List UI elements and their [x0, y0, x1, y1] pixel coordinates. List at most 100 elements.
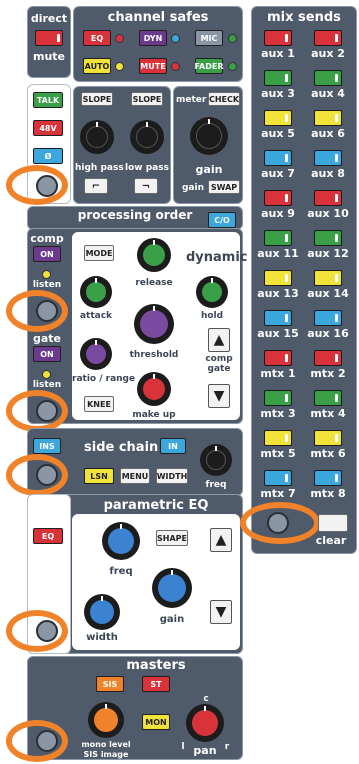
talk-button[interactable]: TALK	[33, 92, 63, 108]
ratio-range-knob[interactable]	[80, 338, 112, 370]
low-pass-label: low pass	[125, 163, 169, 173]
send-button[interactable]	[264, 230, 292, 246]
safe-mute-led	[171, 62, 180, 71]
hpf-slope-button[interactable]: SLOPE	[81, 92, 113, 106]
send-label: aux 8	[311, 167, 345, 180]
ins-button[interactable]: INS	[33, 438, 61, 454]
send-button[interactable]	[264, 110, 292, 126]
highlight-ring	[6, 290, 68, 332]
safe-mic-button[interactable]: MIC	[195, 30, 223, 46]
hold-knob[interactable]	[196, 276, 228, 308]
send-button[interactable]	[314, 190, 342, 206]
safe-mute-button[interactable]: MUTE	[139, 58, 167, 74]
attack-knob[interactable]	[80, 276, 112, 308]
send-button[interactable]	[264, 470, 292, 486]
send-button[interactable]	[314, 270, 342, 286]
send-button[interactable]	[314, 350, 342, 366]
eq-gain-knob[interactable]	[152, 568, 192, 608]
send-button[interactable]	[314, 70, 342, 86]
shape-button[interactable]: SHAPE	[156, 530, 188, 546]
threshold-knob[interactable]	[134, 304, 174, 344]
mute-label: mute	[32, 50, 65, 63]
release-knob[interactable]	[137, 238, 171, 272]
sis-button[interactable]: SIS	[96, 676, 124, 692]
send-label: aux 3	[261, 87, 295, 100]
eq-freq-knob[interactable]	[102, 522, 140, 560]
gain-swap-label: gain	[181, 183, 204, 193]
eq-band-up-button[interactable]: ▲	[210, 528, 232, 552]
low-pass-knob[interactable]	[130, 120, 164, 154]
check-button[interactable]: CHECK	[208, 92, 240, 106]
lpf-slope-button[interactable]: SLOPE	[131, 92, 163, 106]
safe-fader-button[interactable]: FADER	[195, 58, 224, 74]
pan-l-label: l	[181, 742, 185, 752]
send-label: aux 12	[307, 247, 349, 260]
send-button[interactable]	[264, 350, 292, 366]
comp-gate-up-button[interactable]: ▲	[208, 328, 230, 352]
mode-button[interactable]: MODE	[84, 245, 114, 261]
send-label: aux 1	[261, 47, 295, 60]
make-up-label: make up	[132, 410, 176, 420]
side-chain-in-button[interactable]: IN	[160, 438, 186, 454]
send-button[interactable]	[314, 30, 342, 46]
send-button[interactable]	[314, 110, 342, 126]
send-button[interactable]	[314, 230, 342, 246]
send-button[interactable]	[264, 70, 292, 86]
mon-button[interactable]: MON	[142, 714, 170, 730]
send-button[interactable]	[314, 430, 342, 446]
send-button[interactable]	[264, 310, 292, 326]
make-up-knob[interactable]	[137, 372, 171, 406]
pan-knob[interactable]	[186, 704, 224, 742]
send-label: mtx 8	[310, 487, 346, 500]
comp-gate-down-button[interactable]: ▼	[208, 384, 230, 408]
pan-label: pan	[193, 744, 217, 757]
direct-mute-button[interactable]	[35, 30, 63, 46]
send-button[interactable]	[264, 390, 292, 406]
ratio-range-label: ratio / range	[72, 374, 136, 384]
send-label: mtx 4	[310, 407, 346, 420]
gate-on-button[interactable]: ON	[33, 346, 61, 362]
send-label: aux 11	[257, 247, 299, 260]
width-button[interactable]: WIDTH	[156, 468, 188, 484]
eq-width-knob[interactable]	[84, 594, 120, 630]
safe-auto-button[interactable]: AUTO	[83, 58, 111, 74]
high-pass-knob[interactable]	[80, 120, 114, 154]
send-button[interactable]	[264, 430, 292, 446]
send-button[interactable]	[264, 150, 292, 166]
mix-sends-title: mix sends	[267, 10, 341, 25]
clear-button[interactable]	[318, 514, 348, 532]
send-button[interactable]	[314, 310, 342, 326]
swap-button[interactable]: SWAP	[208, 180, 240, 194]
send-button[interactable]	[314, 150, 342, 166]
send-button[interactable]	[264, 190, 292, 206]
phantom-48v-button[interactable]: 48V	[33, 120, 63, 136]
send-label: aux 15	[257, 327, 299, 340]
lpf-enable-button[interactable]: ¬	[134, 178, 158, 194]
menu-button[interactable]: MENU	[120, 468, 150, 484]
hpf-enable-button[interactable]: ⌐	[84, 178, 108, 194]
gain-label: gain	[195, 163, 223, 176]
knee-button[interactable]: KNEE	[84, 396, 114, 412]
send-button[interactable]	[314, 390, 342, 406]
send-button[interactable]	[314, 470, 342, 486]
eq-band-down-button[interactable]: ▼	[210, 600, 232, 624]
send-button[interactable]	[264, 30, 292, 46]
lsn-button[interactable]: LSN	[84, 468, 114, 484]
comp-on-button[interactable]: ON	[33, 246, 61, 262]
send-label: aux 7	[261, 167, 295, 180]
safe-eq-button[interactable]: EQ	[83, 30, 111, 46]
send-button[interactable]	[264, 270, 292, 286]
co-button[interactable]: C/O	[208, 212, 236, 228]
gain-knob[interactable]	[190, 117, 228, 155]
mono-level-knob[interactable]	[88, 702, 124, 738]
safe-dyn-button[interactable]: DYN	[139, 30, 167, 46]
phase-button[interactable]: Ø	[33, 148, 63, 164]
pan-r-label: r	[224, 742, 230, 752]
eq-on-button[interactable]: EQ	[33, 528, 63, 544]
meter-label: meter	[176, 95, 207, 105]
st-button[interactable]: ST	[142, 676, 170, 692]
safe-dyn-led	[171, 34, 180, 43]
side-chain-freq-knob[interactable]	[200, 444, 232, 476]
send-label: aux 16	[307, 327, 349, 340]
comp-listen-led	[42, 270, 51, 279]
